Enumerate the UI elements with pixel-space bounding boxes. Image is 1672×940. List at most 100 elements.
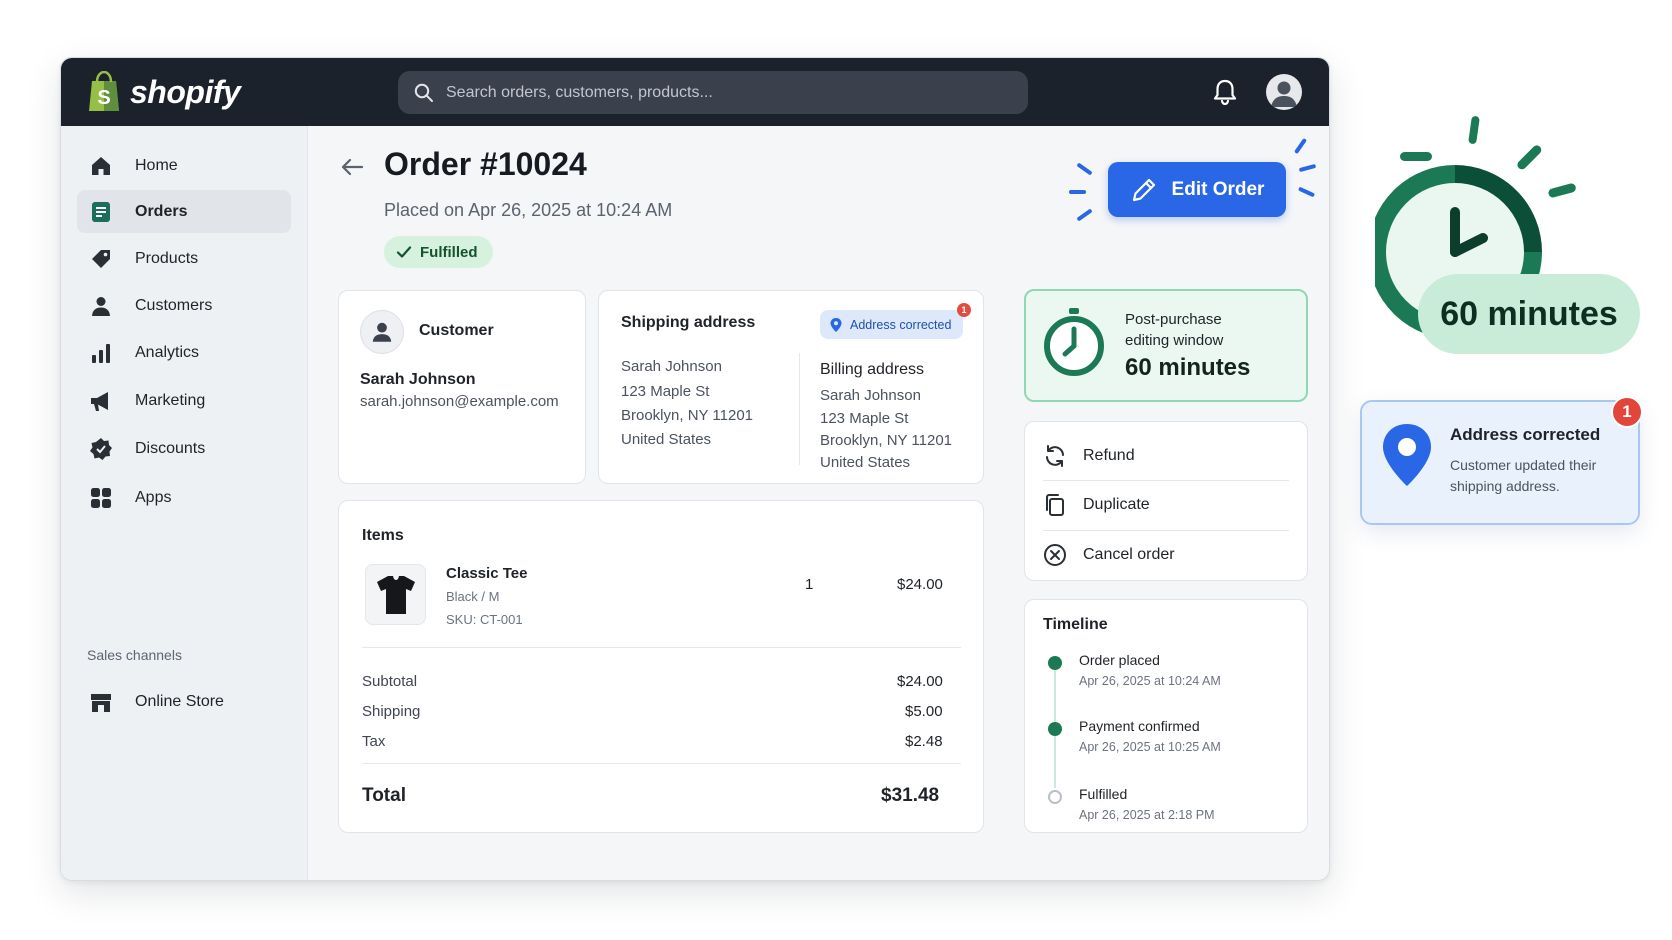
- address-corrected-pill-label: Address corrected: [850, 317, 952, 332]
- person-icon: [372, 322, 392, 342]
- billing-line: United States: [820, 454, 911, 471]
- timeline-event-title: Payment confirmed: [1079, 718, 1200, 734]
- duplicate-button[interactable]: Duplicate: [1043, 480, 1289, 530]
- sidebar-item-label: Orders: [135, 202, 188, 220]
- top-bar: S shopify: [61, 58, 1329, 126]
- address-divider: [799, 353, 800, 465]
- sidebar-item-products[interactable]: Products: [77, 237, 291, 280]
- customer-avatar: [360, 310, 404, 354]
- timer-value-pill: 60 minutes: [1418, 274, 1640, 354]
- sidebar-item-label: Analytics: [135, 343, 200, 361]
- customer-name[interactable]: Sarah Johnson: [360, 371, 476, 389]
- sidebar-item-marketing[interactable]: Marketing: [77, 379, 291, 422]
- cancel-circle-icon: [1044, 544, 1066, 566]
- shipping-line: United States: [621, 431, 712, 448]
- action-label: Duplicate: [1083, 496, 1150, 513]
- total-label: Total: [362, 785, 406, 806]
- page-title: Order #10024: [384, 146, 587, 182]
- billing-line: Sarah Johnson: [820, 387, 921, 404]
- timeline-event-time: Apr 26, 2025 at 10:24 AM: [1079, 674, 1221, 688]
- editing-window-label-line2: editing window: [1125, 332, 1224, 349]
- orders-icon: [87, 198, 115, 226]
- summary-label: Subtotal: [362, 673, 418, 690]
- notification-count-badge: 1: [957, 303, 971, 317]
- timeline-event-title: Fulfilled: [1079, 786, 1128, 802]
- sidebar-item-label: Products: [135, 249, 199, 267]
- billing-heading: Billing address: [820, 361, 925, 378]
- timeline-event-time: Apr 26, 2025 at 10:25 AM: [1079, 740, 1221, 754]
- notification-title: Address corrected: [1450, 425, 1601, 444]
- item-variant: Black / M: [446, 589, 500, 604]
- item-quantity: 1: [805, 576, 814, 593]
- sidebar-item-analytics[interactable]: Analytics: [77, 331, 291, 374]
- megaphone-icon: [87, 387, 115, 415]
- sparkle-accent: [1076, 162, 1093, 176]
- action-label: Cancel order: [1083, 546, 1175, 563]
- action-label: Refund: [1083, 447, 1135, 464]
- summary-label: Tax: [362, 733, 386, 750]
- timeline-dot-done: [1048, 656, 1062, 670]
- address-corrected-notification[interactable]: Address corrected Customer updated their…: [1360, 400, 1640, 525]
- total-divider: [362, 763, 961, 764]
- sidebar-item-home[interactable]: Home: [77, 144, 291, 187]
- user-avatar[interactable]: [1266, 74, 1302, 110]
- refund-button[interactable]: Refund: [1043, 431, 1289, 481]
- notification-body: Customer updated their shipping address.: [1450, 457, 1597, 494]
- editing-window-label-line1: Post-purchase: [1125, 311, 1222, 328]
- edit-order-button[interactable]: Edit Order: [1108, 162, 1286, 217]
- summary-label: Shipping: [362, 703, 421, 720]
- status-badge-label: Fulfilled: [420, 243, 478, 261]
- sales-channels-heading: Sales channels: [87, 647, 182, 663]
- notifications-bell-icon[interactable]: [1209, 76, 1241, 108]
- total-value: $31.48: [881, 785, 940, 806]
- notification-count-badge: 1: [1611, 396, 1643, 428]
- stopwatch-icon: [1044, 308, 1104, 376]
- items-divider: [362, 647, 961, 648]
- summary-value: $2.48: [905, 733, 943, 750]
- search-icon: [414, 83, 433, 102]
- sparkle-accent: [1297, 186, 1316, 198]
- apps-grid-icon: [87, 484, 115, 512]
- shipping-line: Sarah Johnson: [621, 358, 722, 375]
- bar-chart-icon: [87, 339, 115, 367]
- sidebar-item-customers[interactable]: Customers: [77, 284, 291, 327]
- tag-icon: [87, 245, 115, 273]
- summary-value: $5.00: [905, 703, 943, 720]
- shopify-logo[interactable]: S shopify: [86, 69, 241, 115]
- shipping-heading: Shipping address: [621, 314, 756, 331]
- address-corrected-pill[interactable]: Address corrected: [820, 310, 964, 339]
- cancel-order-button[interactable]: Cancel order: [1043, 530, 1289, 580]
- status-badge: Fulfilled: [384, 236, 493, 268]
- timeline-heading: Timeline: [1043, 616, 1108, 633]
- tshirt-icon: [376, 575, 415, 614]
- sparkle-accent: [1293, 137, 1308, 155]
- product-thumbnail[interactable]: [365, 564, 426, 625]
- home-icon: [87, 152, 115, 180]
- global-search[interactable]: [398, 71, 1028, 114]
- admin-window: S shopify Home: [60, 57, 1330, 881]
- edit-order-label: Edit Order: [1171, 178, 1265, 200]
- sidebar-item-discounts[interactable]: Discounts: [77, 427, 291, 470]
- duplicate-icon: [1046, 494, 1064, 516]
- search-input[interactable]: [446, 83, 1006, 102]
- sidebar-item-label: Apps: [135, 488, 172, 506]
- shipping-line: Brooklyn, NY 11201: [621, 407, 754, 424]
- timeline-dot-pending: [1048, 790, 1062, 804]
- sidebar-item-online-store[interactable]: Online Store: [77, 680, 291, 723]
- sidebar-item-orders[interactable]: Orders: [77, 190, 291, 233]
- sidebar-item-label: Marketing: [135, 391, 206, 409]
- billing-line: 123 Maple St: [820, 410, 909, 427]
- user-avatar-icon: [1271, 81, 1297, 107]
- item-price: $24.00: [897, 576, 943, 593]
- customer-heading: Customer: [419, 322, 494, 339]
- checkmark-icon: [396, 246, 412, 258]
- customer-email[interactable]: sarah.johnson@example.com: [360, 393, 559, 410]
- location-pin-icon: [830, 317, 842, 332]
- sidebar-item-apps[interactable]: Apps: [77, 476, 291, 519]
- timeline-event-title: Order placed: [1079, 652, 1160, 668]
- back-arrow-icon[interactable]: [338, 153, 366, 181]
- timeline-card: Timeline Order placed Apr 26, 2025 at 10…: [1024, 599, 1308, 833]
- refresh-icon: [1046, 445, 1064, 467]
- item-name[interactable]: Classic Tee: [446, 565, 527, 582]
- shipping-line: 123 Maple St: [621, 383, 710, 400]
